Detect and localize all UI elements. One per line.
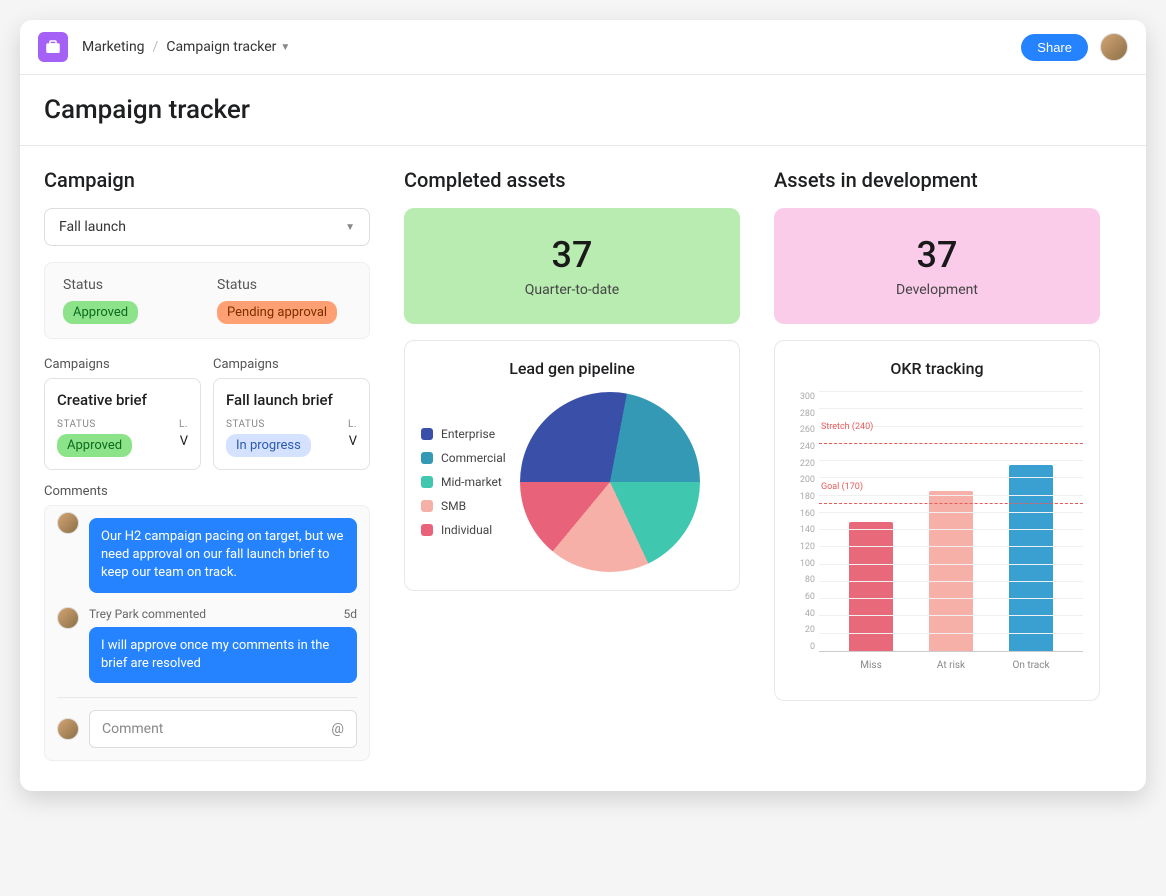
campaign-card[interactable]: Fall launch brief STATUS In progress L. …	[213, 378, 370, 470]
comment-placeholder: Comment	[102, 721, 163, 737]
campaign-select-value: Fall launch	[59, 219, 126, 235]
bar-plot: MissAt riskOn track Stretch (240)Goal (1…	[819, 392, 1083, 652]
legend-swatch	[421, 428, 433, 440]
completed-column: Completed assets 37 Quarter-to-date Lead…	[404, 168, 740, 761]
bar-chart: 3002802602402202001801601401201008060402…	[791, 392, 1083, 682]
development-stat-card: 37 Development	[774, 208, 1100, 324]
reference-line-label: Goal (170)	[821, 482, 863, 492]
legend-swatch	[421, 524, 433, 536]
legend-label: Enterprise	[441, 427, 495, 441]
campaigns-subheading: Campaigns	[44, 357, 201, 372]
legend-label: Individual	[441, 523, 492, 537]
breadcrumb-current[interactable]: Campaign tracker ▼	[166, 39, 290, 55]
legend-item: Commercial	[421, 451, 506, 465]
bar	[1009, 465, 1053, 651]
development-heading: Assets in development	[774, 168, 1100, 192]
y-axis: 3002802602402202001801601401201008060402…	[791, 392, 819, 652]
development-label: Development	[784, 282, 1090, 298]
campaigns-subheading: Campaigns	[213, 357, 370, 372]
completed-heading: Completed assets	[404, 168, 740, 192]
status-row: Status Approved Status Pending approval	[44, 262, 370, 339]
status-label: Status	[217, 277, 351, 293]
comment-input[interactable]: Comment @	[89, 710, 357, 748]
comments-heading: Comments	[44, 484, 370, 499]
top-bar: Marketing / Campaign tracker ▼ Share	[20, 20, 1146, 75]
x-axis-label: On track	[1009, 660, 1053, 671]
bar-chart-box: OKR tracking 300280260240220200180160140…	[774, 340, 1100, 701]
card-title: Fall launch brief	[226, 391, 357, 409]
status-label: Status	[63, 277, 197, 293]
legend-swatch	[421, 500, 433, 512]
comment-author: Trey Park commented	[89, 607, 206, 621]
card-title: Creative brief	[57, 391, 188, 409]
legend-item: Enterprise	[421, 427, 506, 441]
comment-avatar	[57, 512, 79, 534]
comment-input-row: Comment @	[57, 697, 357, 748]
status-badge-pending: Pending approval	[217, 301, 337, 324]
card-status-label: STATUS	[226, 419, 311, 430]
campaign-column: Campaign Fall launch ▼ Status Approved S…	[44, 168, 370, 761]
comment-avatar	[57, 718, 79, 740]
campaign-cards: Creative brief STATUS Approved L. V Fall…	[44, 378, 370, 470]
comment-time: 5d	[343, 607, 357, 621]
mention-icon[interactable]: @	[331, 721, 344, 737]
completed-label: Quarter-to-date	[414, 282, 730, 298]
share-button[interactable]: Share	[1021, 34, 1088, 61]
page-title: Campaign tracker	[20, 75, 1146, 146]
card-l-value: V	[348, 434, 357, 449]
x-axis-label: At risk	[929, 660, 973, 671]
completed-value: 37	[414, 234, 730, 276]
comment-avatar	[57, 607, 79, 629]
pie-chart	[520, 392, 700, 572]
comments-box: Our H2 campaign pacing on target, but we…	[44, 505, 370, 761]
pie-chart-title: Lead gen pipeline	[421, 359, 723, 378]
app-window: Marketing / Campaign tracker ▼ Share Cam…	[20, 20, 1146, 791]
campaign-heading: Campaign	[44, 168, 370, 192]
bar	[849, 522, 893, 652]
legend-label: SMB	[441, 499, 466, 513]
breadcrumb-workspace[interactable]: Marketing	[82, 39, 145, 55]
breadcrumb-separator: /	[153, 39, 159, 55]
legend-swatch	[421, 452, 433, 464]
pie-chart-box: Lead gen pipeline Enterprise Commercial Mi…	[404, 340, 740, 591]
campaign-card[interactable]: Creative brief STATUS Approved L. V	[44, 378, 201, 470]
status-badge: In progress	[226, 434, 311, 457]
chevron-down-icon: ▼	[280, 42, 290, 53]
briefcase-icon	[44, 38, 62, 56]
development-column: Assets in development 37 Development OKR…	[774, 168, 1100, 761]
breadcrumb: Marketing / Campaign tracker ▼	[82, 39, 290, 55]
legend-item: Mid-market	[421, 475, 506, 489]
card-status-label: STATUS	[57, 419, 132, 430]
card-l-label: L.	[179, 419, 188, 430]
development-value: 37	[784, 234, 1090, 276]
app-icon[interactable]	[38, 32, 68, 62]
comment-item: Trey Park commented 5d I will approve on…	[57, 607, 357, 683]
legend-label: Commercial	[441, 451, 506, 465]
breadcrumb-page-label: Campaign tracker	[166, 39, 276, 55]
card-l-label: L.	[348, 419, 357, 430]
bar	[929, 491, 973, 651]
legend-label: Mid-market	[441, 475, 502, 489]
status-badge-approved: Approved	[63, 301, 138, 324]
comment-bubble: I will approve once my comments in the b…	[89, 627, 357, 683]
legend-item: Individual	[421, 523, 506, 537]
campaign-select[interactable]: Fall launch ▼	[44, 208, 370, 246]
user-avatar[interactable]	[1100, 33, 1128, 61]
bar-chart-title: OKR tracking	[791, 359, 1083, 378]
chevron-down-icon: ▼	[345, 222, 355, 233]
legend-item: SMB	[421, 499, 506, 513]
comment-item: Our H2 campaign pacing on target, but we…	[57, 518, 357, 593]
reference-line-label: Stretch (240)	[821, 422, 873, 432]
completed-stat-card: 37 Quarter-to-date	[404, 208, 740, 324]
pie-legend: Enterprise Commercial Mid-market SMB Individ…	[421, 427, 506, 537]
x-axis-label: Miss	[849, 660, 893, 671]
status-badge: Approved	[57, 434, 132, 457]
content-area: Campaign Fall launch ▼ Status Approved S…	[20, 146, 1146, 791]
comment-bubble: Our H2 campaign pacing on target, but we…	[89, 518, 357, 593]
card-l-value: V	[179, 434, 188, 449]
legend-swatch	[421, 476, 433, 488]
